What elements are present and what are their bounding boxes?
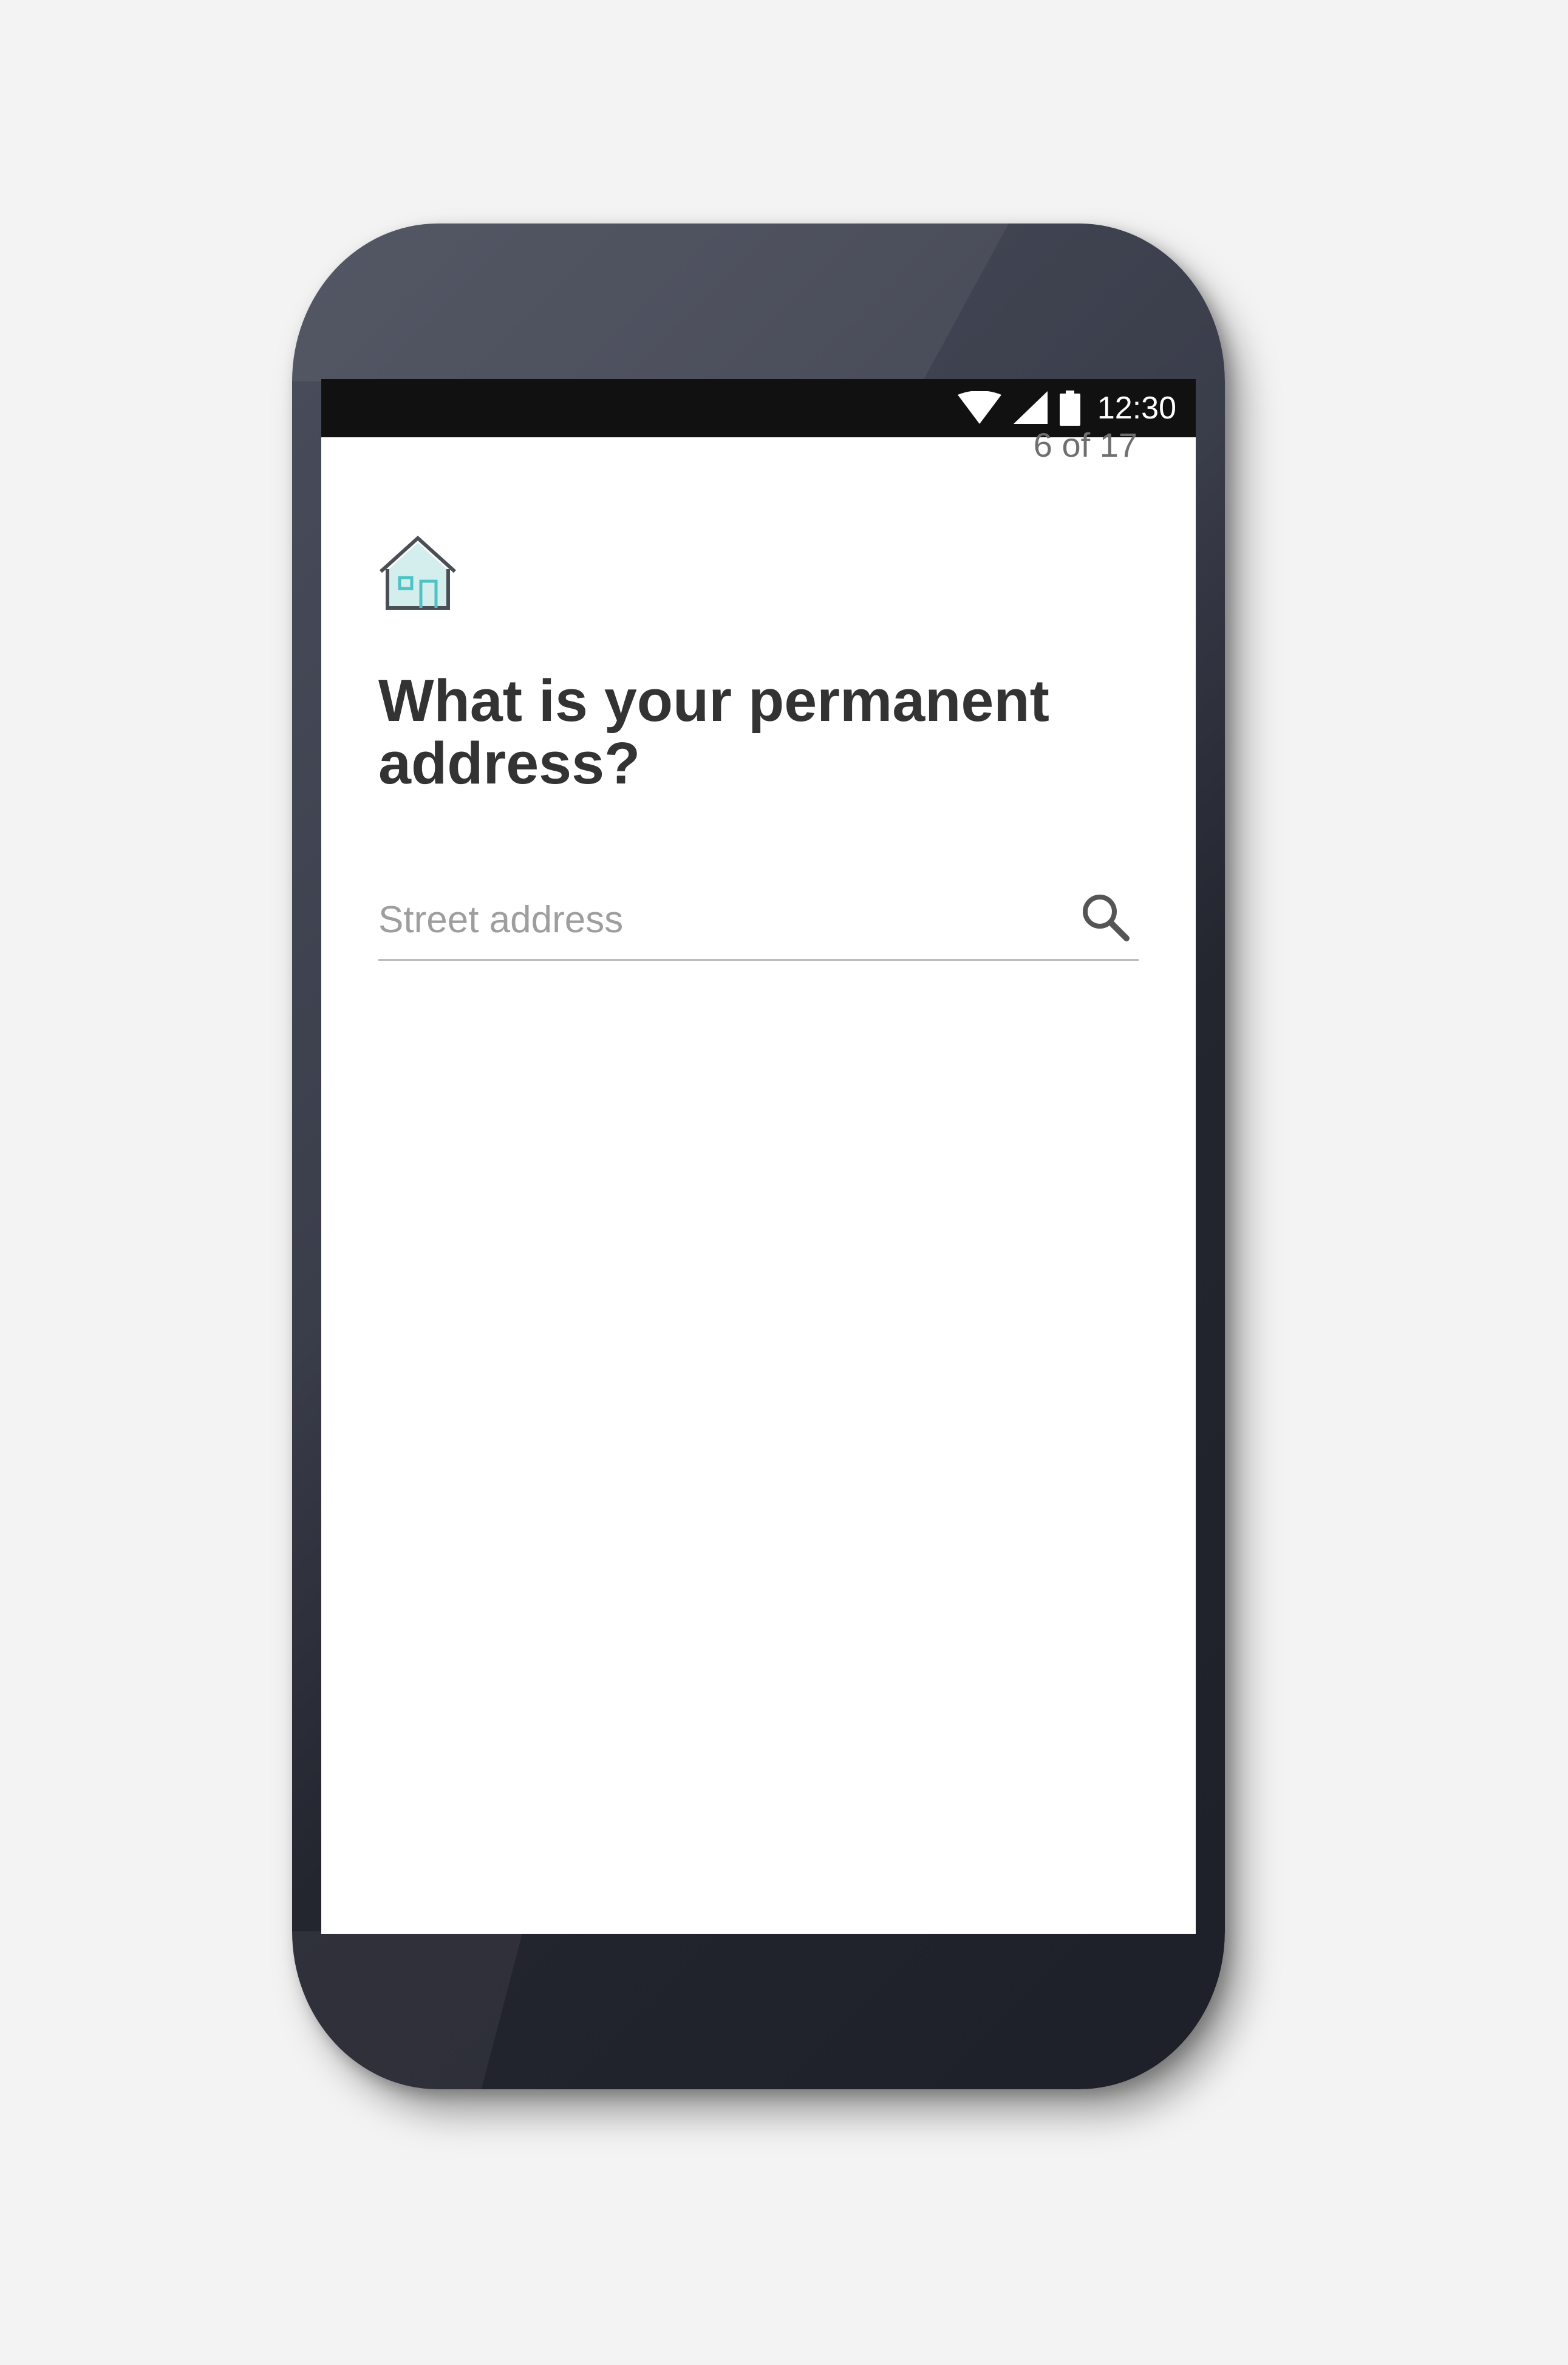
- phone-device-frame: 12:30 6 of 17 What is your permanent add…: [292, 224, 1225, 2089]
- phone-top-highlight: [292, 224, 1009, 381]
- progress-counter: 6 of 17: [1033, 426, 1137, 464]
- status-time: 12:30: [1097, 391, 1176, 426]
- battery-icon: [1059, 391, 1080, 426]
- street-address-field: [378, 886, 1139, 961]
- house-icon: [379, 535, 457, 610]
- wifi-icon: [957, 391, 1001, 424]
- question-title: What is your permanent address?: [378, 667, 1049, 796]
- phone-screen: 12:30 6 of 17 What is your permanent add…: [321, 379, 1196, 1934]
- street-address-input[interactable]: [378, 886, 1046, 953]
- cell-signal-icon: [1013, 391, 1048, 424]
- phone-bottom-highlight: [292, 1931, 523, 2089]
- search-icon[interactable]: [1078, 890, 1133, 944]
- status-icons: 12:30: [957, 390, 1176, 426]
